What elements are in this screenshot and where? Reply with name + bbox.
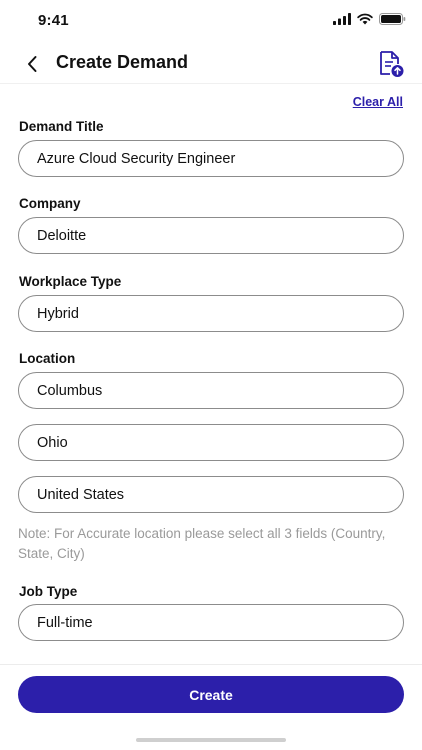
company-value: Deloitte xyxy=(37,227,87,244)
demand-title-value: Azure Cloud Security Engineer xyxy=(37,150,236,167)
location-label: Location xyxy=(19,351,76,366)
status-icons xyxy=(333,13,406,25)
demand-title-label: Demand Title xyxy=(19,119,104,134)
status-time: 9:41 xyxy=(38,12,69,29)
battery-icon xyxy=(379,13,406,25)
back-button[interactable] xyxy=(18,50,46,78)
upload-document-button[interactable] xyxy=(376,49,406,79)
create-button-label: Create xyxy=(189,686,233,703)
page-title: Create Demand xyxy=(56,52,189,72)
demand-title-input[interactable]: Azure Cloud Security Engineer xyxy=(18,140,404,177)
city-input[interactable]: Columbus xyxy=(18,372,404,409)
nav-bar: Create Demand xyxy=(0,42,422,84)
workplace-type-value: Hybrid xyxy=(37,305,79,322)
clear-all-link[interactable]: Clear All xyxy=(353,95,403,109)
workplace-type-input[interactable]: Hybrid xyxy=(18,295,404,332)
country-value: United States xyxy=(37,486,125,503)
state-value: Ohio xyxy=(37,434,68,451)
back-chevron-icon xyxy=(28,56,37,72)
status-bar: 9:41 xyxy=(0,0,422,42)
company-input[interactable]: Deloitte xyxy=(18,217,404,254)
home-indicator xyxy=(136,738,286,742)
city-value: Columbus xyxy=(37,382,103,399)
company-label: Company xyxy=(19,196,81,211)
footer-divider xyxy=(0,664,422,665)
workplace-type-label: Workplace Type xyxy=(19,274,122,289)
job-type-input[interactable]: Full-time xyxy=(18,604,404,641)
job-type-label: Job Type xyxy=(19,584,78,599)
create-button[interactable]: Create xyxy=(18,676,404,713)
create-demand-screen: 9:41 Create Demand Clear All Demand Titl… xyxy=(0,0,422,750)
signal-icon xyxy=(333,13,351,25)
state-input[interactable]: Ohio xyxy=(18,424,404,461)
location-note: Note: For Accurate location please selec… xyxy=(18,526,386,561)
job-type-value: Full-time xyxy=(37,614,93,631)
document-upload-icon xyxy=(380,51,404,77)
wifi-icon xyxy=(357,13,373,25)
country-input[interactable]: United States xyxy=(18,476,404,513)
